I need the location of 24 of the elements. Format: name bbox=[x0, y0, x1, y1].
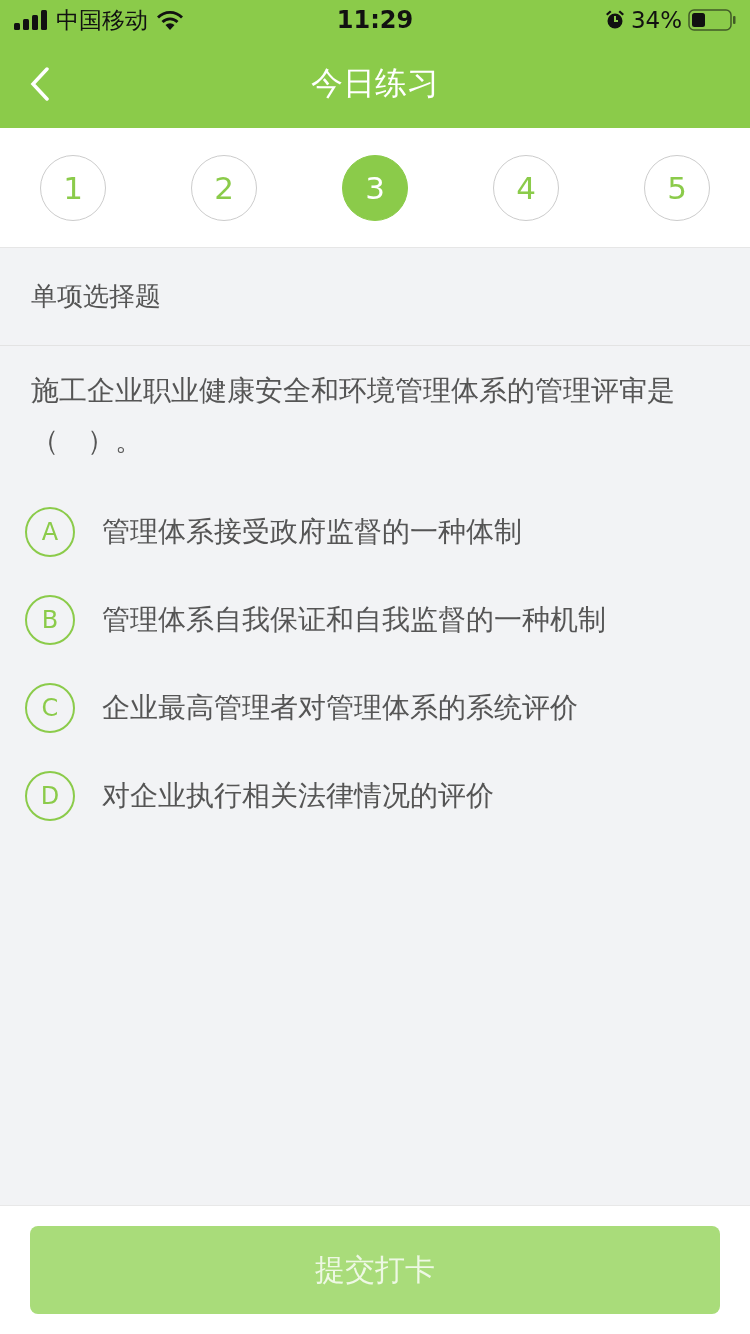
back-icon[interactable] bbox=[30, 67, 50, 101]
option-letter-radio[interactable]: D bbox=[25, 771, 75, 821]
alarm-clock-icon bbox=[604, 10, 625, 30]
question-number-button[interactable]: 4 bbox=[493, 154, 559, 221]
battery-icon bbox=[688, 9, 736, 31]
option-text[interactable]: 对企业执行相关法律情况的评价 bbox=[102, 777, 494, 815]
option-letter-radio[interactable]: C bbox=[25, 683, 75, 733]
status-time: 11:29 bbox=[336, 6, 414, 34]
question-number-button[interactable]: 1 bbox=[40, 154, 106, 221]
option-text[interactable]: 管理体系接受政府监督的一种体制 bbox=[102, 513, 522, 551]
signal-icon bbox=[14, 10, 48, 30]
question-text: 施工企业职业健康安全和环境管理体系的管理评审是（ ）。 bbox=[31, 373, 676, 459]
option-letter-radio[interactable]: A bbox=[25, 507, 75, 557]
option-text[interactable]: 企业最高管理者对管理体系的系统评价 bbox=[102, 689, 578, 727]
question-type-label: 单项选择题 bbox=[31, 280, 161, 313]
option-text[interactable]: 管理体系自我保证和自我监督的一种机制 bbox=[102, 601, 606, 639]
option-letter-radio[interactable]: B bbox=[25, 595, 75, 645]
battery-percent: 34% bbox=[630, 7, 682, 33]
question-number-button[interactable]: 3 bbox=[342, 154, 408, 221]
carrier-name: 中国移动 bbox=[56, 5, 148, 35]
wifi-icon bbox=[156, 10, 184, 30]
question-number-button[interactable]: 2 bbox=[191, 154, 257, 221]
question-number-button[interactable]: 5 bbox=[644, 154, 710, 221]
page-title: 今日练习 bbox=[311, 63, 439, 104]
